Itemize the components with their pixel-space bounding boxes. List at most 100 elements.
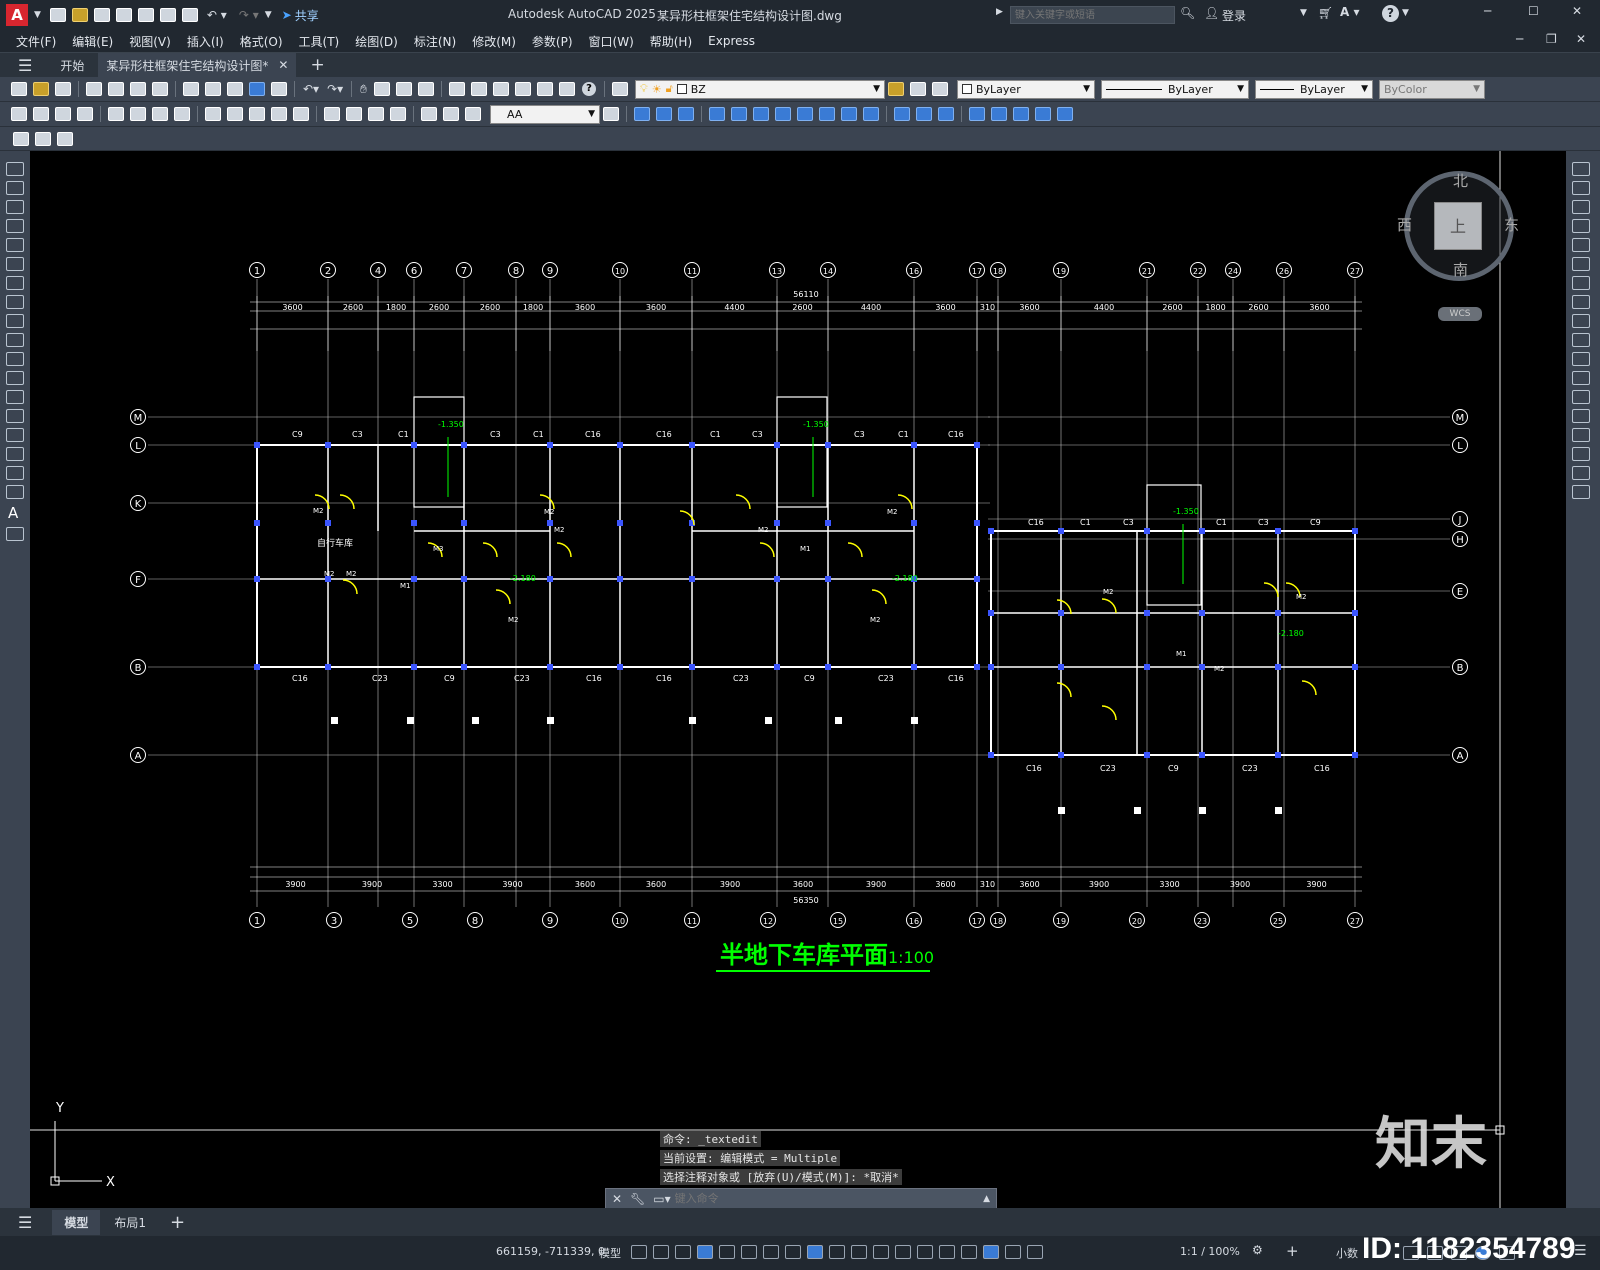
close-icon[interactable]: ✕ <box>1572 4 1582 18</box>
preview-icon[interactable] <box>108 82 124 96</box>
auto-scale-icon[interactable] <box>1005 1245 1021 1259</box>
color-combo[interactable]: ByLayer ▼ <box>957 79 1095 99</box>
circle-icon[interactable] <box>6 276 24 290</box>
match-prop-icon[interactable] <box>249 82 265 96</box>
ucs-settings-icon[interactable] <box>969 107 985 121</box>
viewcube-east[interactable]: 东 <box>1504 214 1519 235</box>
explode-icon[interactable] <box>1572 485 1590 499</box>
snap-icon[interactable] <box>653 1245 669 1259</box>
infer-icon[interactable] <box>675 1245 691 1259</box>
arc-icon[interactable] <box>6 257 24 271</box>
cart-icon[interactable]: 🛒︎ <box>1318 6 1333 20</box>
ucs-3point-icon[interactable] <box>819 107 835 121</box>
array-icon[interactable] <box>1572 238 1590 252</box>
units-label[interactable]: 小数 <box>1336 1245 1358 1261</box>
cmd-customize-icon[interactable]: 🔧︎ <box>630 1192 645 1206</box>
minimize-icon[interactable]: ─ <box>1484 4 1491 18</box>
tolerance-icon[interactable] <box>324 107 340 121</box>
help-tb-icon[interactable]: ? <box>582 82 596 96</box>
tab-model[interactable]: 模型 <box>52 1209 101 1235</box>
properties-icon[interactable] <box>449 82 465 96</box>
doc-close-icon[interactable]: ✕ <box>1576 32 1586 46</box>
zoom-realtime-icon[interactable] <box>374 82 390 96</box>
customize-qat-icon[interactable]: ▼ <box>265 10 272 20</box>
wcs-badge[interactable]: WCS <box>1438 307 1482 321</box>
menu-view[interactable]: 视图(V) <box>121 33 179 50</box>
menu-tools[interactable]: 工具(T) <box>291 33 348 50</box>
zoom-previous-icon[interactable] <box>418 82 434 96</box>
linear-dim-icon[interactable] <box>11 107 27 121</box>
qnew-icon[interactable] <box>11 82 27 96</box>
line-icon[interactable] <box>6 162 24 176</box>
dim-update-icon[interactable] <box>465 107 481 121</box>
spline-icon[interactable] <box>6 314 24 328</box>
save-as-icon[interactable] <box>115 8 132 22</box>
revision-cloud-icon[interactable] <box>6 295 24 309</box>
ortho-icon[interactable] <box>719 1245 735 1259</box>
baseline-icon[interactable] <box>227 107 243 121</box>
dim-text-edit-icon[interactable] <box>443 107 459 121</box>
tab-start[interactable]: 开始 <box>46 57 98 74</box>
jogged-linear-icon[interactable] <box>390 107 406 121</box>
gradient-icon[interactable] <box>6 447 24 461</box>
workspace-gear-icon[interactable]: ⚙ <box>1252 1243 1263 1257</box>
publish-icon[interactable] <box>137 8 154 22</box>
markup-icon[interactable] <box>537 82 553 96</box>
transparency-icon[interactable] <box>851 1245 867 1259</box>
table-icon[interactable] <box>6 485 24 499</box>
make-current-layer-icon[interactable] <box>888 82 904 96</box>
copy-icon[interactable] <box>205 82 221 96</box>
viewcube[interactable]: 北 南 西 东 上 <box>1397 171 1519 281</box>
trim-icon[interactable] <box>1572 333 1590 347</box>
search-input[interactable] <box>1010 6 1175 24</box>
break-icon[interactable] <box>1572 390 1590 404</box>
isodraft-icon[interactable] <box>763 1245 779 1259</box>
radius-icon[interactable] <box>108 107 124 121</box>
ucs-object-icon[interactable] <box>731 107 747 121</box>
plot-icon[interactable] <box>159 8 176 22</box>
region-icon[interactable] <box>6 466 24 480</box>
insert-icon[interactable] <box>6 371 24 385</box>
open-file-icon[interactable] <box>71 8 88 22</box>
offset-icon[interactable] <box>1572 219 1590 233</box>
dynamic-input-icon[interactable] <box>697 1245 713 1259</box>
annotation-monitor-icon[interactable]: + <box>1286 1242 1299 1260</box>
plotstyle-combo[interactable]: ByColor ▼ <box>1379 79 1485 99</box>
menu-help[interactable]: 帮助(H) <box>642 33 700 50</box>
app-logo-icon[interactable]: A <box>6 4 28 26</box>
user-icon[interactable]: 👤︎ <box>1204 6 1219 20</box>
ucs-world-icon[interactable] <box>656 107 672 121</box>
zoom-window-icon[interactable] <box>396 82 412 96</box>
annotation-scale-value[interactable]: 1:1 / 100% <box>1180 1245 1240 1258</box>
doc-restore-icon[interactable]: ❐ <box>1546 32 1557 46</box>
new-file-icon[interactable] <box>49 8 66 22</box>
menu-dimension[interactable]: 标注(N) <box>406 33 464 50</box>
search-arrow-icon[interactable]: ▶ <box>996 7 1003 17</box>
add-layout-icon[interactable]: + <box>170 1212 185 1233</box>
save-icon[interactable] <box>93 8 110 22</box>
arc-length-icon[interactable] <box>55 107 71 121</box>
coordinates[interactable]: 661159, -711339, 0 <box>496 1245 605 1258</box>
mirror-icon[interactable] <box>1572 200 1590 214</box>
blend-icon[interactable] <box>1572 466 1590 480</box>
undo-icon[interactable]: ↶ ▾ <box>207 8 227 22</box>
paste-icon[interactable] <box>227 82 243 96</box>
extend-icon[interactable] <box>1572 352 1590 366</box>
viewcube-top-face[interactable]: 上 <box>1434 202 1482 250</box>
diameter-icon[interactable] <box>152 107 168 121</box>
menu-edit[interactable]: 编辑(E) <box>64 33 121 50</box>
tab-layout1[interactable]: 布局1 <box>100 1210 160 1235</box>
tool-palettes-icon[interactable] <box>493 82 509 96</box>
design-center-icon[interactable] <box>471 82 487 96</box>
polygon-icon[interactable] <box>6 219 24 233</box>
ucs-named-icon[interactable] <box>938 107 954 121</box>
plot-tb-icon[interactable] <box>86 82 102 96</box>
menu-parametric[interactable]: 参数(P) <box>524 33 581 50</box>
command-input[interactable] <box>674 1190 984 1208</box>
autodesk-app-icon[interactable]: A ▾ <box>1340 5 1360 19</box>
save-tb-icon[interactable] <box>55 82 71 96</box>
ucs-zaxis-icon[interactable] <box>797 107 813 121</box>
menu-draw[interactable]: 绘图(D) <box>347 33 406 50</box>
login-button[interactable]: 登录 <box>1222 7 1246 24</box>
share-icon[interactable]: ➤ <box>282 8 292 22</box>
